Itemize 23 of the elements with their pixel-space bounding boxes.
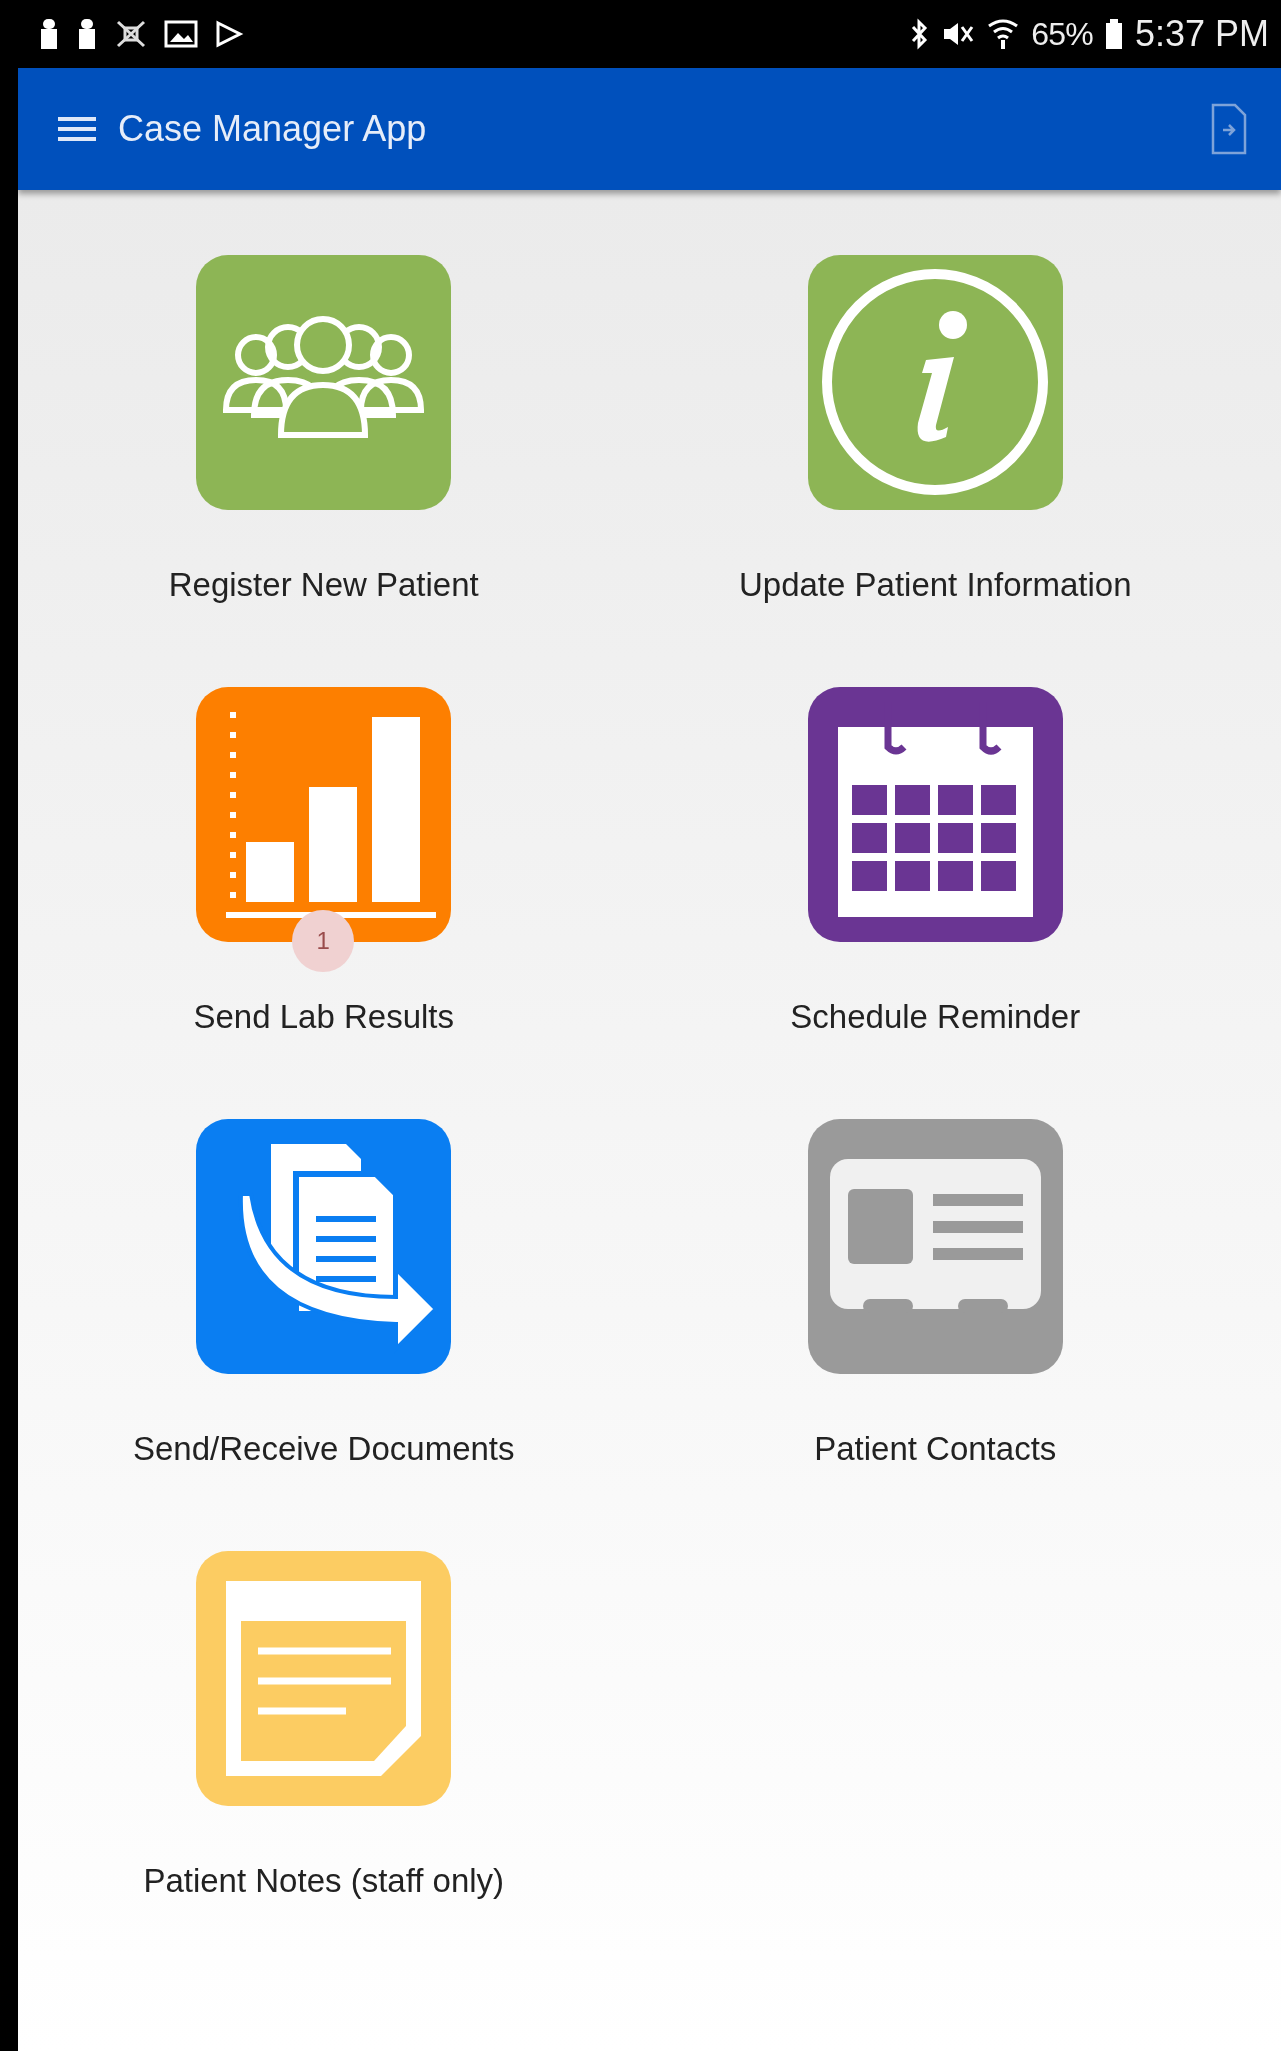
play-icon bbox=[214, 20, 244, 48]
tile-label[interactable]: Register New Patient bbox=[168, 565, 479, 605]
note-icon[interactable] bbox=[196, 1551, 452, 1806]
calendar-icon[interactable] bbox=[807, 687, 1063, 942]
clock-time: 5:37 PM bbox=[1134, 12, 1269, 56]
menu-icon[interactable] bbox=[58, 115, 96, 143]
bluetooth-icon bbox=[909, 18, 930, 50]
people-group-icon[interactable] bbox=[196, 255, 452, 510]
tile-label[interactable]: Patient Contacts bbox=[814, 1429, 1057, 1469]
battery-icon bbox=[1104, 18, 1123, 50]
battery-level: 65% bbox=[1031, 15, 1093, 54]
info-icon[interactable] bbox=[807, 255, 1063, 510]
image-icon bbox=[164, 20, 198, 48]
tile-label[interactable]: Schedule Reminder bbox=[790, 997, 1081, 1037]
notification-badge: 1 bbox=[292, 910, 355, 972]
tile-label[interactable]: Patient Notes (staff only) bbox=[143, 1861, 505, 1901]
tile-label[interactable]: Send/Receive Documents bbox=[133, 1429, 515, 1469]
tile-label[interactable]: Update Patient Information bbox=[738, 565, 1132, 605]
document-arrow-icon[interactable] bbox=[1211, 103, 1247, 155]
app-title: Case Manager App bbox=[118, 107, 427, 151]
contact-card-icon[interactable] bbox=[807, 1119, 1063, 1374]
tile-label[interactable]: Send Lab Results bbox=[193, 997, 454, 1037]
wifi-icon bbox=[987, 18, 1020, 50]
